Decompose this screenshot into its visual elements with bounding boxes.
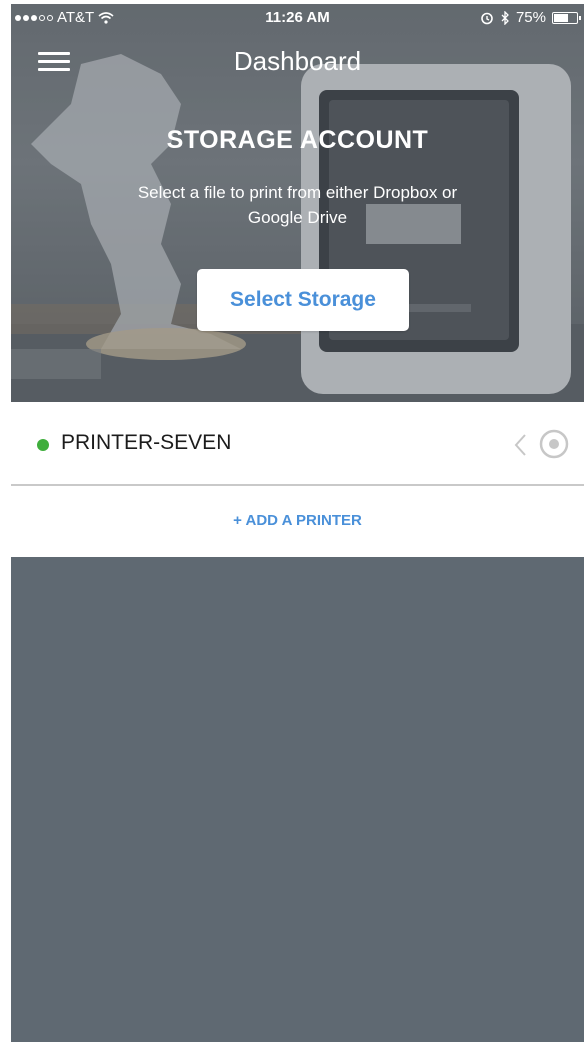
storage-hero: AT&T 11:26 AM 75% Dashboard STORAGE ACCO…: [11, 4, 584, 402]
alarm-icon: [481, 12, 493, 24]
printer-row[interactable]: PRINTER-SEVEN: [11, 402, 584, 486]
storage-heading: STORAGE ACCOUNT: [166, 126, 429, 154]
app-screen: AT&T 11:26 AM 75% Dashboard STORAGE ACCO…: [11, 4, 584, 1042]
battery-icon: [552, 11, 581, 24]
gear-icon[interactable]: [538, 428, 570, 460]
printer-list: PRINTER-SEVEN + ADD A PRINTER: [11, 402, 584, 557]
add-printer-link[interactable]: + ADD A PRINTER: [11, 512, 584, 529]
battery-percent: 75%: [515, 9, 546, 26]
bluetooth-icon: [501, 10, 509, 25]
status-right: 75%: [480, 9, 581, 26]
status-bar: AT&T 11:26 AM 75%: [11, 4, 584, 34]
printer-name: PRINTER-SEVEN: [61, 431, 232, 454]
page-title: Dashboard: [233, 46, 362, 76]
chevron-left-icon[interactable]: [512, 432, 528, 458]
empty-content-area: [11, 557, 584, 1042]
storage-subtitle: Select a file to print from either Dropb…: [137, 183, 458, 227]
select-storage-button[interactable]: Select Storage: [197, 269, 409, 331]
printer-status-indicator: [37, 439, 49, 451]
